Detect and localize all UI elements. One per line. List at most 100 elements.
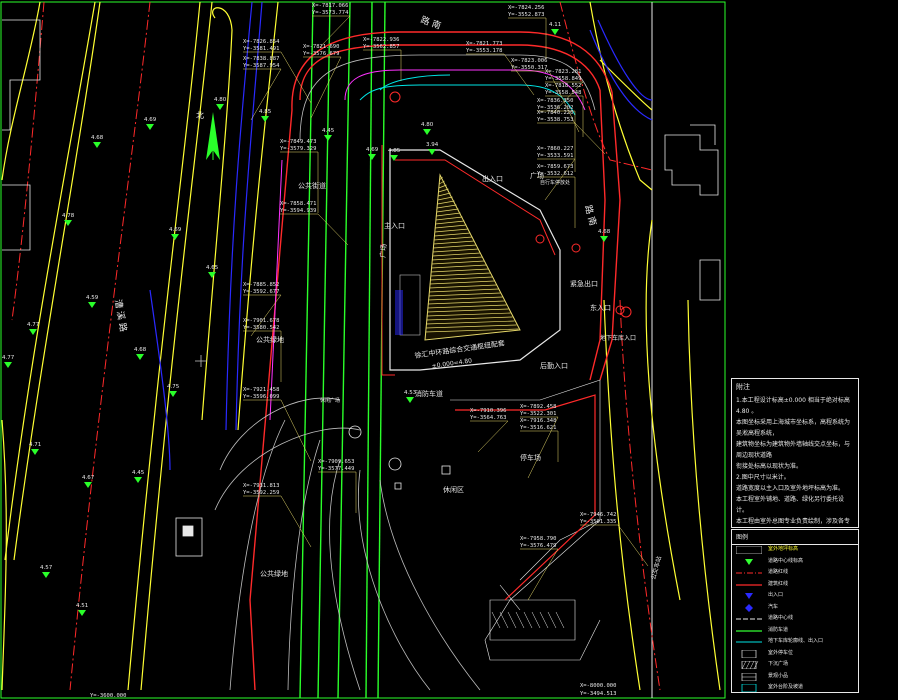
arrow-icon: [745, 558, 753, 565]
elevation-marker: 4.67: [82, 475, 95, 488]
legend-item: 汽车: [732, 602, 858, 614]
coordinate-label: X=-7860.227Y=-3533.591: [537, 146, 573, 159]
elevation-value: 4.69: [144, 117, 157, 123]
elevation-value: 3.94: [426, 142, 439, 148]
legend-item: 下沉广场: [732, 659, 858, 671]
legend-label: 室外停车位: [768, 649, 794, 656]
legend-label: 汽车: [768, 603, 779, 610]
elevation-value: 4.75: [167, 384, 180, 390]
public-green-left-label: 公共绿地: [256, 335, 284, 344]
coordinate-x: X=-7822.936: [363, 37, 399, 43]
legend-item: 道路中心线: [732, 613, 858, 625]
white-markers: [348, 425, 451, 490]
coordinate-label: X=-7840.220Y=-3538.753: [537, 110, 573, 123]
coordinate-label: X=-7849.473Y=-3579.329: [280, 139, 316, 152]
legend-label: 室外地坪标高: [768, 546, 799, 552]
notes-title: 附注: [736, 383, 750, 391]
coordinate-x: X=-7823.006: [511, 58, 547, 64]
road-name-right: 路 南: [582, 204, 599, 227]
legend-item: 出入口: [732, 590, 858, 602]
road-right-blue: [589, 19, 653, 121]
road-name-top: 路 南: [419, 14, 443, 32]
coordinate-y: Y=-3558.548: [545, 90, 581, 96]
elevation-marker: 4.68: [134, 347, 147, 360]
coordinate-y: Y=-3538.753: [537, 117, 573, 123]
coordinate-label: X=-7916.348Y=-3516.621: [520, 418, 556, 431]
elevation-value: 4.59: [86, 295, 99, 301]
hatch-box2-icon: [741, 672, 757, 681]
elevation-value: 4.85: [259, 109, 272, 115]
elevation-value: 4.77: [2, 355, 15, 361]
leader-line: [317, 213, 349, 246]
drawing-labels: 北 徐汇中环路综合交通枢纽配套 ±0.000=4.80 公共绿地 公共绿地 公共…: [112, 14, 663, 581]
elevation-value: 4.51: [76, 603, 88, 609]
elevation-value: 4.80: [421, 122, 434, 128]
elevation-marker: 4.71: [29, 442, 41, 455]
coordinate-x: X=-7958.790: [520, 536, 556, 542]
elevation-markers: 4.80 4.85 4.69 4.68 4.69 4.78 4.65 4.59 4.77 4.68…: [2, 22, 611, 616]
building-name-label: 徐汇中环路综合交通枢纽配套: [414, 338, 505, 360]
note-line: 2.图中尺寸以米计。: [736, 474, 790, 481]
elevation-marker: 4.59: [86, 295, 99, 308]
building-elev-label: ±0.000=4.80: [431, 357, 472, 370]
coordinate-labels: X=-7817.066Y=-3573.774 X=-7824.256Y=-3552…: [90, 3, 616, 699]
elevation-marker: 4.11: [549, 22, 561, 35]
elevation-value: 4.68: [91, 135, 104, 141]
legend-item: 室外台阶及坡道: [732, 682, 858, 692]
coordinate-y: Y=-3587.954: [243, 63, 280, 69]
east-entrance-label: 东入口: [590, 303, 611, 312]
coordinate-x: X=-7826.854: [243, 39, 280, 45]
coordinate-y: Y=-3594.939: [280, 208, 316, 214]
elevation-value: 4.77: [27, 322, 40, 328]
white-dash-icon: [736, 618, 762, 620]
square-label-2: 广场: [530, 171, 544, 180]
coordinate-y: Y=-3533.591: [537, 153, 573, 159]
public-green-bottom-label: 公共绿地: [260, 569, 288, 578]
leader-line: [280, 51, 312, 104]
legend-label: 下沉广场: [768, 661, 789, 667]
legend-label: 建筑红线: [768, 580, 789, 587]
exit-label-1: 出入口: [482, 174, 503, 183]
notes-lines: 1.本工程设计标高±0.000 相当于绝对标高4.80 。 本图坐标采用上海城市…: [736, 395, 854, 527]
notes-panel: 附注 1.本工程设计标高±0.000 相当于绝对标高4.80 。 本图坐标采用上…: [731, 378, 859, 528]
hatch-box-icon: [741, 661, 759, 669]
coordinate-y: Y=-3580.542: [243, 325, 279, 331]
elevation-value: 4.45: [132, 470, 145, 476]
coordinate-label: X=-7823.281Y=-3558.849: [545, 69, 581, 82]
elevation-value: 4.68: [598, 229, 611, 235]
bottom-coordinates: Y=-3600.000 X=-8000.000 Y=-3494.513: [90, 683, 616, 699]
note-line: 道路宽度以主入口及室外地坪标高为准。: [736, 485, 845, 492]
legend-label: 消防车道: [768, 626, 789, 633]
elevation-value: 4.69: [169, 227, 182, 233]
coordinate-label: X=-7818.552Y=-3558.548: [545, 83, 581, 96]
coordinate-x: X=-7885.852: [243, 282, 279, 288]
leader-line: [280, 495, 312, 548]
red-line-icon: [736, 583, 762, 586]
legend-label: 室外台阶及坡道: [768, 684, 804, 690]
elevation-marker: 4.69: [144, 117, 157, 130]
coordinate-y: Y=-3564.763: [470, 415, 506, 421]
elevation-value: 4.68: [134, 347, 147, 353]
coordinate-x: X=-7860.227: [537, 146, 573, 152]
coordinate-label: X=-7858.471Y=-3594.939: [280, 201, 316, 214]
service-entrance-label: 后勤入口: [540, 361, 568, 370]
blue-diamond-icon: [745, 603, 753, 612]
north-arrow-icon: [206, 112, 220, 160]
coordinate-label: X=-7909.653Y=-3577.449: [318, 459, 354, 472]
elevation-marker: 3.94: [426, 142, 439, 155]
blue-arrow-icon: [745, 593, 753, 599]
bus-stop-label: 公交车站: [649, 555, 663, 580]
coordinate-y: Y=-3550.317: [511, 65, 547, 71]
elevation-marker: 4.45: [132, 470, 145, 483]
coordinate-label: X=-7823.006Y=-3550.317: [511, 58, 547, 71]
coordinate-x: X=-7838.887: [243, 56, 279, 62]
cross-marker: [195, 355, 207, 367]
coordinate-y: Y=-3501.335: [580, 519, 616, 525]
coordinate-x: X=-7836.350: [537, 98, 573, 104]
legend-label: 出入口: [768, 592, 784, 598]
note-line: 本工程室外铺地、道路、绿化另行委托设计。: [736, 496, 845, 514]
legend-item: 地下车库轮廓线、出入口: [732, 636, 858, 648]
elevation-marker: 4.78: [62, 213, 75, 226]
coordinate-x: X=-7818.552: [545, 83, 581, 89]
red-dash-icon: [736, 572, 762, 574]
